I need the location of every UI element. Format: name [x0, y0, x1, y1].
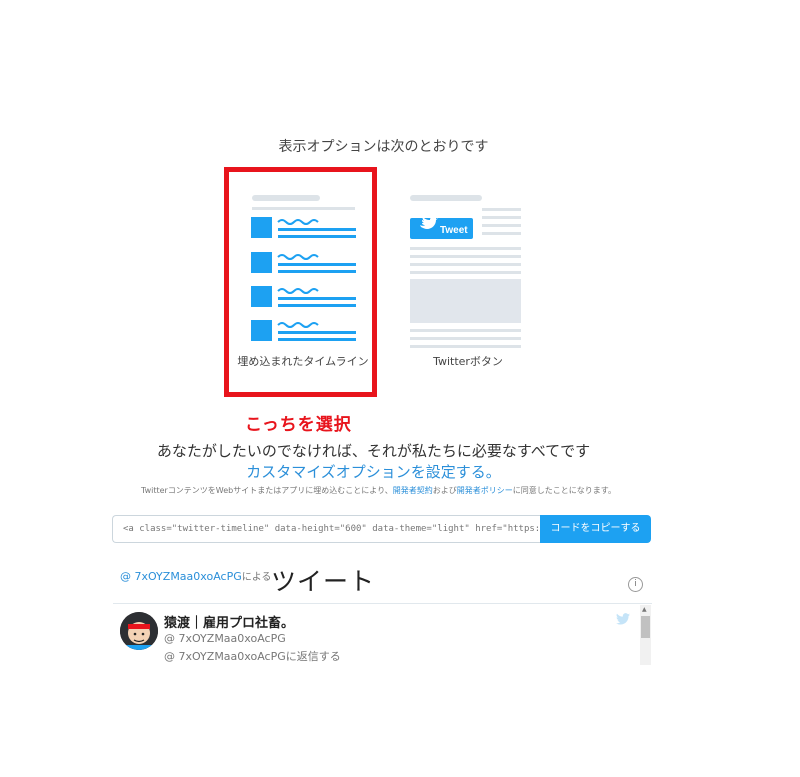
tweet-author-name[interactable]: 猿渡｜雇用プロ社畜。 — [164, 612, 294, 631]
select-annotation: こっちを選択 — [245, 415, 352, 435]
options-heading: 表示オプションは次のとおりです — [278, 139, 489, 155]
tagline: あなたがしたいのでなければ、それが私たちに必要なすべてです — [156, 442, 591, 460]
timeline-owner-link[interactable]: @ 7xOYZMaa0xoAcPG — [120, 570, 242, 583]
copy-code-button[interactable]: コードをコピーする — [540, 515, 651, 543]
timeline-by-suffix: による — [241, 572, 272, 583]
twitter-button-illustration: Tweet — [410, 195, 521, 348]
selection-highlight-box — [224, 167, 377, 397]
option-label-twitter-button: Twitterボタン — [433, 355, 503, 368]
legal-prefix: TwitterコンテンツをWebサイトまたはアプリに埋め込むことにより、 — [141, 486, 393, 495]
scroll-up-arrow-icon[interactable]: ▲ — [642, 606, 647, 613]
avatar-illustration-icon — [120, 612, 158, 650]
timeline-by-line: @ 7xOYZMaa0xoAcPGによる — [120, 568, 271, 583]
timeline-scroll-thumb[interactable] — [641, 616, 650, 638]
option-twitter-button[interactable]: Tweet Twitterボタン — [390, 167, 546, 395]
avatar[interactable] — [120, 612, 158, 650]
legal-mid: および — [432, 486, 457, 495]
legal-notice: TwitterコンテンツをWebサイトまたはアプリに埋め込むことにより、開発者契… — [0, 485, 757, 496]
developer-agreement-link[interactable]: 開発者契約 — [393, 486, 433, 495]
timeline-title: ツイート — [271, 567, 376, 596]
embed-code-input[interactable]: <a class="twitter-timeline" data-height=… — [112, 515, 540, 543]
tweet-button-text: Tweet — [440, 225, 468, 236]
developer-policy-link[interactable]: 開発者ポリシー — [457, 486, 513, 495]
info-icon[interactable]: i — [628, 577, 643, 592]
customize-options-link[interactable]: カスタマイズオプションを設定する。 — [0, 461, 747, 482]
tweet-author-handle[interactable]: @ 7xOYZMaa0xoAcPG — [164, 632, 286, 645]
twitter-bird-icon[interactable] — [616, 613, 630, 625]
tweet-reply-line[interactable]: @ 7xOYZMaa0xoAcPGに返信する — [164, 648, 341, 664]
legal-suffix: に同意したことになります。 — [512, 486, 616, 495]
